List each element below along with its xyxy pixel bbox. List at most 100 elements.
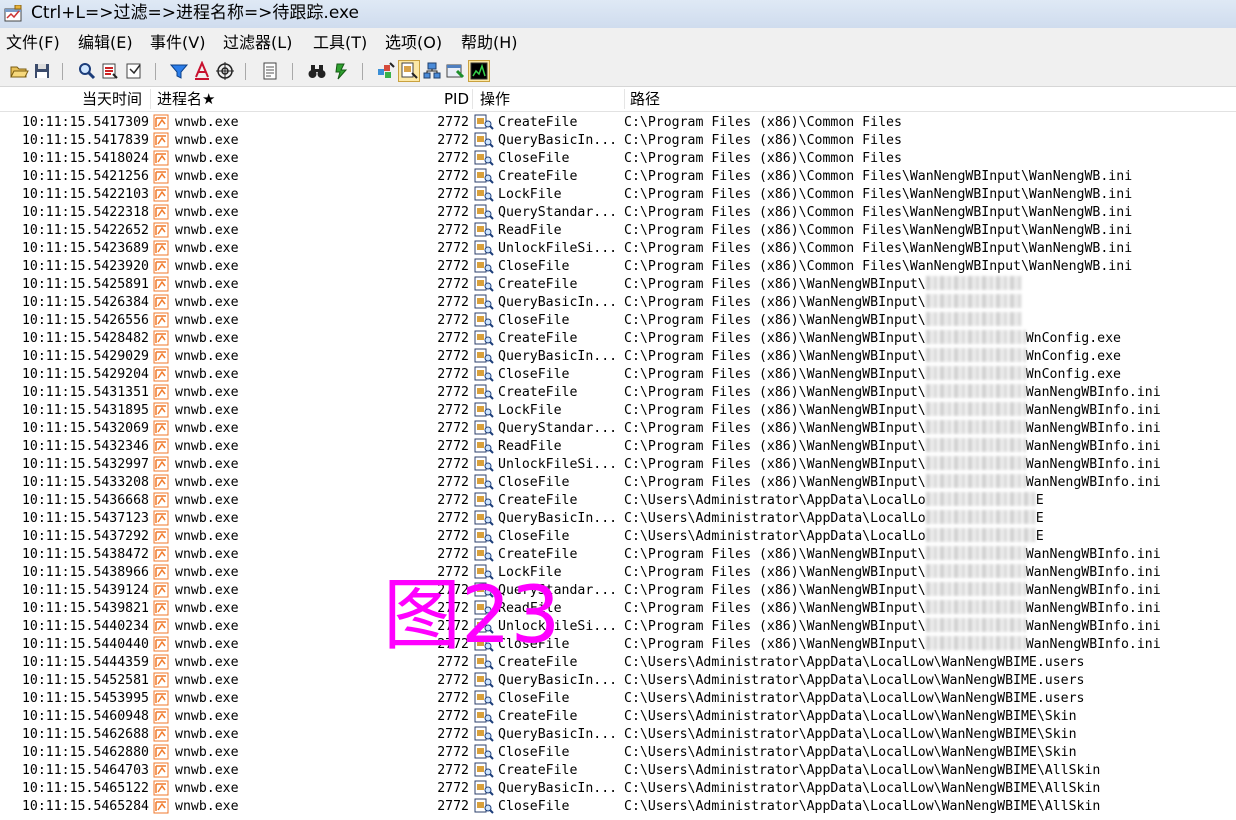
network-activity-icon[interactable] [422,61,442,81]
cell-process-name: wnwb.exe [175,223,239,238]
table-row[interactable]: 10:11:15.5462688 wnwb.exe 2772 QueryBasicIn… [0,726,1236,744]
redacted-segment [925,294,1022,308]
menu-edit[interactable]: 编辑(E) [78,32,133,54]
cell-process-name: wnwb.exe [175,655,239,670]
redacted-segment [925,546,1026,560]
cell-operation: QueryBasicIn... [498,295,618,310]
cell-time: 10:11:15.5439124 [21,583,149,598]
path-tail: WanNengWBInfo.ini [1025,547,1161,562]
table-row[interactable]: 10:11:15.5421256 wnwb.exe 2772 CreateFile C:… [0,168,1236,186]
column-divider[interactable] [150,89,151,109]
table-row[interactable]: 10:11:15.5431895 wnwb.exe 2772 LockFile C:\P… [0,402,1236,420]
process-icon [153,528,169,544]
column-divider[interactable] [472,89,473,109]
table-row[interactable]: 10:11:15.5438472 wnwb.exe 2772 CreateFile C:… [0,546,1236,564]
table-row[interactable]: 10:11:15.5444359 wnwb.exe 2772 CreateFile C:… [0,654,1236,672]
jump-icon[interactable] [331,61,351,81]
table-row[interactable]: 10:11:15.5422318 wnwb.exe 2772 QueryStandar… [0,204,1236,222]
table-row[interactable]: 10:11:15.5432997 wnwb.exe 2772 UnlockFileSi… [0,456,1236,474]
filter-icon[interactable] [169,61,189,81]
table-row[interactable]: 10:11:15.5417839 wnwb.exe 2772 QueryBasicIn… [0,132,1236,150]
process-icon [153,762,169,778]
table-row[interactable]: 10:11:15.5465284 wnwb.exe 2772 CloseFile C:\… [0,798,1236,816]
table-row[interactable]: 10:11:15.5462880 wnwb.exe 2772 CloseFile C:\… [0,744,1236,762]
process-activity-icon[interactable] [445,61,465,81]
menu-file[interactable]: 文件(F) [6,32,60,54]
cell-process-name: wnwb.exe [175,799,239,814]
table-row[interactable]: 10:11:15.5453995 wnwb.exe 2772 CloseFile C:\… [0,690,1236,708]
process-icon [153,744,169,760]
cell-time: 10:11:15.5438472 [21,547,149,562]
column-process-name[interactable]: 进程名★ [157,90,215,108]
table-row[interactable]: 10:11:15.5440234 wnwb.exe 2772 UnlockFileSi… [0,618,1236,636]
table-row[interactable]: 10:11:15.5439821 wnwb.exe 2772 ReadFile C:\P… [0,600,1236,618]
table-row[interactable]: 10:11:15.5439124 wnwb.exe 2772 QueryStandar… [0,582,1236,600]
table-row[interactable]: 10:11:15.5464703 wnwb.exe 2772 CreateFile C:… [0,762,1236,780]
profiling-icon[interactable] [468,60,490,82]
table-row[interactable]: 10:11:15.5438966 wnwb.exe 2772 LockFile C:\P… [0,564,1236,582]
menu-options[interactable]: 选项(O) [385,32,442,54]
find-icon[interactable] [77,61,97,81]
column-time[interactable]: 当天时间 [82,90,142,108]
cell-process-name: wnwb.exe [175,619,239,634]
file-system-icon [474,258,494,274]
file-activity-icon[interactable] [398,60,420,82]
properties-icon[interactable] [260,61,280,81]
menu-tools[interactable]: 工具(T) [313,32,367,54]
autoscroll-icon[interactable] [124,61,144,81]
table-row[interactable]: 10:11:15.5429204 wnwb.exe 2772 CloseFile C:\… [0,366,1236,384]
table-row[interactable]: 10:11:15.5433208 wnwb.exe 2772 CloseFile C:\… [0,474,1236,492]
redacted-segment [925,276,1022,290]
table-row[interactable]: 10:11:15.5432346 wnwb.exe 2772 ReadFile C:\P… [0,438,1236,456]
registry-activity-icon[interactable] [376,61,396,81]
table-row[interactable]: 10:11:15.5460948 wnwb.exe 2772 CreateFile C:… [0,708,1236,726]
event-list[interactable]: 10:11:15.5417309 wnwb.exe 2772 CreateFile C:… [0,112,1236,820]
table-row[interactable]: 10:11:15.5423689 wnwb.exe 2772 UnlockFileSi… [0,240,1236,258]
table-row[interactable]: 10:11:15.5437292 wnwb.exe 2772 CloseFile C:\… [0,528,1236,546]
cell-path: C:\Program Files (x86)\WanNengWBInput\ Wa… [624,384,1161,402]
menu-filter[interactable]: 过滤器(L) [223,32,292,54]
table-row[interactable]: 10:11:15.5423920 wnwb.exe 2772 CloseFile C:\… [0,258,1236,276]
column-divider[interactable] [624,89,625,109]
table-row[interactable]: 10:11:15.5428482 wnwb.exe 2772 CreateFile C:… [0,330,1236,348]
highlight-icon[interactable] [100,61,120,81]
table-row[interactable]: 10:11:15.5422652 wnwb.exe 2772 ReadFile C:\P… [0,222,1236,240]
process-monitor-icon [4,4,23,22]
table-row[interactable]: 10:11:15.5426384 wnwb.exe 2772 QueryBasicIn… [0,294,1236,312]
table-row[interactable]: 10:11:15.5417309 wnwb.exe 2772 CreateFile C:… [0,114,1236,132]
table-row[interactable]: 10:11:15.5422103 wnwb.exe 2772 LockFile C:\P… [0,186,1236,204]
cell-process-name: wnwb.exe [175,295,239,310]
redacted-segment [925,582,1026,596]
table-row[interactable]: 10:11:15.5465122 wnwb.exe 2772 QueryBasicIn… [0,780,1236,798]
table-row[interactable]: 10:11:15.5418024 wnwb.exe 2772 CloseFile C:\… [0,150,1236,168]
column-path[interactable]: 路径 [630,90,660,108]
table-row[interactable]: 10:11:15.5429029 wnwb.exe 2772 QueryBasicIn… [0,348,1236,366]
table-row[interactable]: 10:11:15.5431351 wnwb.exe 2772 CreateFile C:… [0,384,1236,402]
path-text: C:\Program Files (x86)\Common Files\WanN… [624,187,1133,202]
target-icon[interactable] [215,61,235,81]
table-row[interactable]: 10:11:15.5432069 wnwb.exe 2772 QueryStandar… [0,420,1236,438]
open-icon[interactable] [9,61,29,81]
menu-event[interactable]: 事件(V) [150,32,205,54]
save-icon[interactable] [32,61,52,81]
path-tail: WanNengWBInfo.ini [1025,439,1161,454]
table-row[interactable]: 10:11:15.5452581 wnwb.exe 2772 QueryBasicIn… [0,672,1236,690]
process-icon [153,780,169,796]
column-pid[interactable]: PID [444,90,469,108]
table-row[interactable]: 10:11:15.5436668 wnwb.exe 2772 CreateFile C:… [0,492,1236,510]
process-icon [153,258,169,274]
redacted-segment [925,402,1026,416]
table-row[interactable]: 10:11:15.5437123 wnwb.exe 2772 QueryBasicIn… [0,510,1236,528]
table-row[interactable]: 10:11:15.5440440 wnwb.exe 2772 CloseFile C:\… [0,636,1236,654]
search-binoculars-icon[interactable] [307,61,327,81]
path-tail: WanNengWBInfo.ini [1025,583,1161,598]
toolbar-separator [62,63,63,80]
cell-time: 10:11:15.5460948 [21,709,149,724]
cell-process-name: wnwb.exe [175,187,239,202]
table-row[interactable]: 10:11:15.5426556 wnwb.exe 2772 CloseFile C:\… [0,312,1236,330]
table-row[interactable]: 10:11:15.5425891 wnwb.exe 2772 CreateFile C:… [0,276,1236,294]
column-operation[interactable]: 操作 [480,90,510,108]
cell-time: 10:11:15.5429029 [21,349,149,364]
clear-icon[interactable] [192,61,212,81]
menu-help[interactable]: 帮助(H) [461,32,518,54]
